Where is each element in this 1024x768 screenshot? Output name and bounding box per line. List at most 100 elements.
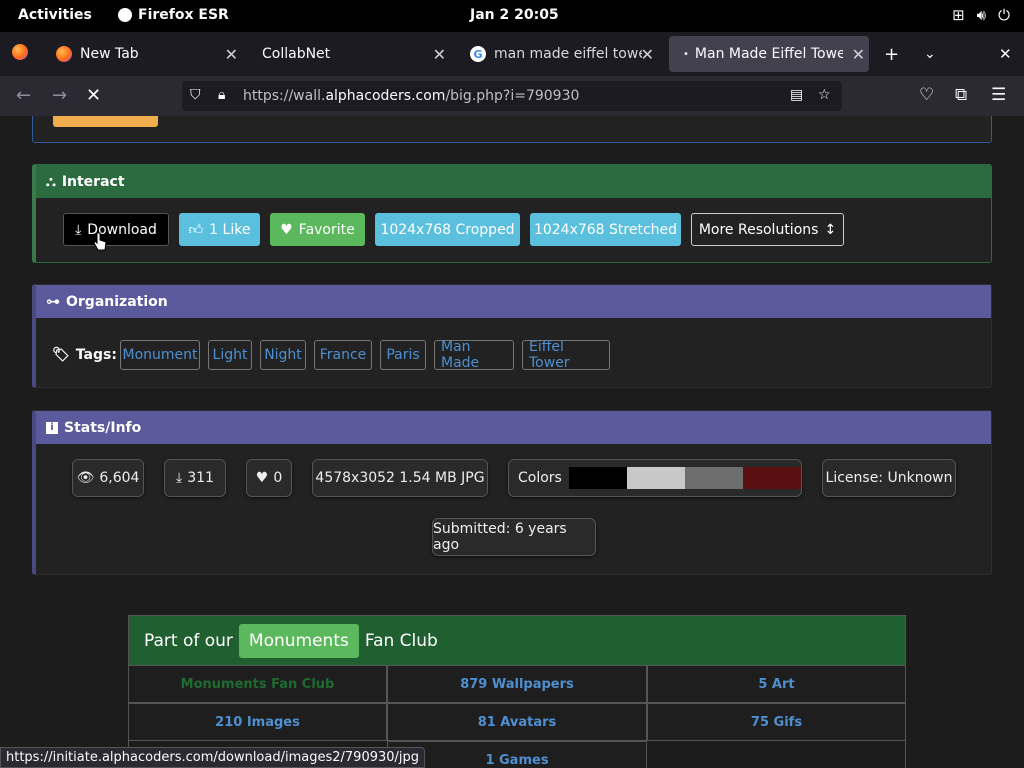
- close-icon[interactable]: ✕: [641, 45, 654, 64]
- reader-view-icon[interactable]: ▤: [790, 87, 803, 103]
- url-bar[interactable]: ⛉ 🔒︎ https://wall.alphacoders.com/big.ph…: [182, 81, 842, 111]
- fan-club-badge[interactable]: Monuments: [238, 624, 359, 658]
- hand-cursor-icon: [93, 232, 107, 251]
- back-button[interactable]: ←: [16, 85, 31, 106]
- up-down-arrow-icon: ↕: [824, 221, 837, 238]
- close-icon[interactable]: ✕: [433, 45, 446, 64]
- close-icon[interactable]: ✕: [225, 45, 238, 64]
- stats-panel: i Stats/Info 👁︎ 6,604 ⤓ 311 ♥ 0 4578x305…: [32, 410, 992, 575]
- shield-icon[interactable]: ⛉: [190, 87, 201, 103]
- license-text: License: Unknown: [825, 470, 953, 486]
- interact-title: Interact: [61, 173, 125, 190]
- info-icon: i: [46, 421, 58, 434]
- favorite-label: Favorite: [298, 221, 355, 238]
- url-suffix: /big.php?i=790930: [445, 88, 580, 104]
- color-swatch[interactable]: [626, 467, 685, 489]
- activities-button[interactable]: Activities: [18, 7, 92, 23]
- loading-dot-icon: •: [683, 48, 689, 60]
- web-page: ⛬ Interact ⤓ Download 👍︎ 1 Like ♥ Favori…: [0, 116, 1024, 768]
- tab-label: man made eiffel tower: [494, 46, 642, 62]
- navigation-toolbar: ← → ✕ ⛉ 🔒︎ https://wall.alphacoders.com/…: [0, 76, 1024, 116]
- color-swatch[interactable]: [684, 467, 743, 489]
- organization-header: ⊶ Organization: [36, 285, 991, 318]
- color-swatch[interactable]: [742, 467, 801, 489]
- tag-link[interactable]: Eiffel Tower: [522, 339, 610, 371]
- pocket-icon[interactable]: ♡: [919, 85, 934, 105]
- organization-panel: ⊶ Organization 🏷︎ Tags: Monument Light N…: [32, 284, 992, 388]
- volume-icon: 🔊︎: [976, 6, 987, 24]
- views-stat: 👁︎ 6,604: [72, 459, 144, 497]
- list-tabs-button[interactable]: ⌄: [924, 46, 936, 62]
- tag-link[interactable]: Man Made: [434, 339, 514, 371]
- stretched-resolution-button[interactable]: 1024x768 Stretched: [530, 213, 681, 246]
- submitted-text: Submitted: 6 years ago: [433, 521, 567, 553]
- fan-club-link[interactable]: Monuments Fan Club: [128, 665, 387, 703]
- download-icon: ⤓: [176, 470, 183, 486]
- firefox-view-icon[interactable]: [12, 44, 28, 65]
- views-count: 6,604: [99, 470, 140, 486]
- lock-icon[interactable]: 🔒︎: [218, 87, 225, 103]
- tag-link[interactable]: Night: [260, 340, 306, 370]
- tag-link[interactable]: Light: [208, 340, 252, 370]
- url-text[interactable]: https://wall.alphacoders.com/big.php?i=7…: [243, 88, 579, 104]
- interact-header: ⛬ Interact: [36, 165, 991, 198]
- new-tab-button[interactable]: +: [884, 44, 899, 65]
- fan-club-suffix: Fan Club: [364, 631, 438, 651]
- images-link[interactable]: 210 Images: [128, 703, 387, 741]
- tab-eiffel-tower[interactable]: • Man Made Eiffel Tower ✕: [669, 36, 869, 72]
- interact-panel: ⛬ Interact ⤓ Download 👍︎ 1 Like ♥ Favori…: [32, 164, 992, 263]
- firefox-icon: [118, 8, 132, 22]
- more-resolutions-button[interactable]: More Resolutions ↕: [691, 213, 844, 246]
- fan-club-panel: Part of our Monuments Fan Club Monuments…: [128, 615, 906, 768]
- favorites-stat: ♥ 0: [246, 459, 292, 497]
- colors-stat: Colors: [508, 459, 802, 497]
- tab-collabnet[interactable]: CollabNet ✕: [248, 36, 454, 72]
- close-icon[interactable]: ✕: [852, 45, 865, 64]
- file-info-stat: 4578x3052 1.54 MB JPG: [312, 459, 488, 497]
- system-tray[interactable]: ⊞ 🔊︎ ⏻: [952, 6, 1010, 24]
- wallpapers-link[interactable]: 879 Wallpapers: [387, 665, 647, 703]
- url-domain: alphacoders.com: [325, 88, 446, 104]
- art-link[interactable]: 5 Art: [647, 665, 906, 703]
- bookmark-star-icon[interactable]: ☆: [818, 87, 831, 103]
- clock[interactable]: Jan 2 20:05: [470, 7, 559, 23]
- eye-icon: 👁︎: [76, 470, 95, 486]
- system-top-bar: Activities Firefox ESR Jan 2 20:05 ⊞ 🔊︎ …: [0, 0, 1024, 32]
- stretched-label: 1024x768 Stretched: [533, 221, 678, 238]
- app-menu[interactable]: Firefox ESR: [118, 7, 229, 23]
- colors-label: Colors: [518, 470, 562, 486]
- downloads-count: 311: [187, 470, 214, 486]
- tags-label-text: Tags:: [75, 347, 117, 363]
- avatars-link[interactable]: 81 Avatars: [387, 703, 647, 741]
- stop-loading-button[interactable]: ✕: [86, 85, 101, 106]
- tags-icon: 🏷︎: [52, 347, 70, 363]
- menu-icon[interactable]: ☰: [991, 85, 1006, 105]
- previous-panel: [32, 116, 992, 143]
- download-button[interactable]: ⤓ Download: [63, 213, 169, 246]
- tag-link[interactable]: Paris: [380, 340, 426, 370]
- network-icon: ⊞: [952, 6, 965, 24]
- like-label: 1 Like: [209, 221, 251, 238]
- tab-label: New Tab: [80, 46, 139, 62]
- cropped-resolution-button[interactable]: 1024x768 Cropped: [375, 213, 520, 246]
- color-swatch[interactable]: [568, 467, 627, 489]
- tab-google-search[interactable]: G man made eiffel tower ✕: [456, 36, 662, 72]
- like-button[interactable]: 👍︎ 1 Like: [179, 213, 260, 246]
- color-palette: [568, 467, 801, 489]
- tab-new-tab[interactable]: New Tab ✕: [42, 36, 246, 72]
- cropped-label: 1024x768 Cropped: [380, 221, 515, 238]
- games-link[interactable]: 1 Games: [387, 741, 647, 768]
- gifs-link[interactable]: 75 Gifs: [647, 703, 906, 741]
- tag-link[interactable]: Monument: [120, 340, 200, 370]
- favorite-button[interactable]: ♥ Favorite: [270, 213, 365, 246]
- forward-button[interactable]: →: [52, 85, 67, 106]
- sitemap-icon: ⊶: [46, 293, 60, 310]
- tag-link[interactable]: France: [314, 340, 372, 370]
- heart-icon: ♥: [280, 221, 293, 238]
- url-prefix: https://wall.: [243, 88, 326, 104]
- stats-title: Stats/Info: [64, 419, 142, 436]
- orange-button[interactable]: [53, 116, 158, 127]
- window-close-button[interactable]: ✕: [999, 45, 1012, 63]
- submitted-stat: Submitted: 6 years ago: [432, 518, 596, 556]
- extensions-icon[interactable]: ⧉: [955, 85, 967, 105]
